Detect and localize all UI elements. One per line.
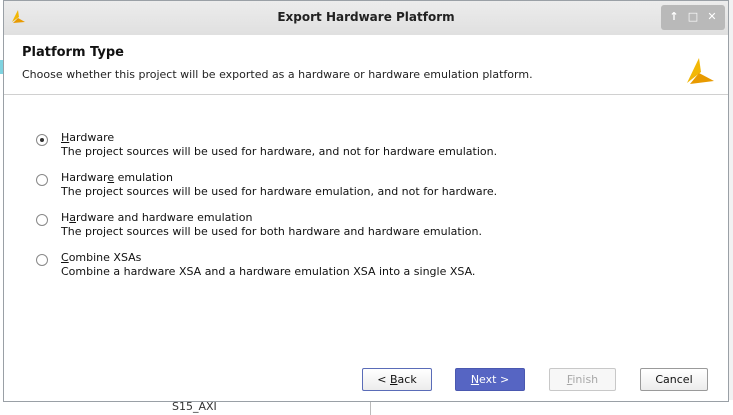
option-label[interactable]: Hardware — [61, 131, 114, 144]
option-description: The project sources will be used for har… — [61, 145, 498, 158]
back-button[interactable]: < Back — [362, 368, 432, 391]
pin-icon[interactable]: ↑ — [667, 10, 681, 24]
background-divider — [370, 402, 371, 415]
background-window-strip: S15_AXI — [0, 400, 733, 415]
export-hardware-platform-dialog: Export Hardware Platform ↑ □ ✕ Platform … — [3, 0, 729, 402]
option-label[interactable]: Combine XSAs — [61, 251, 141, 264]
title-bar[interactable]: Export Hardware Platform ↑ □ ✕ — [4, 1, 728, 36]
next-button[interactable]: Next > — [455, 368, 525, 391]
cancel-button[interactable]: Cancel — [640, 368, 708, 391]
finish-button[interactable]: Finish — [549, 368, 616, 391]
radio-combine-xsas[interactable] — [36, 254, 48, 266]
radio-hardware[interactable] — [36, 134, 48, 146]
window-title: Export Hardware Platform — [277, 10, 455, 24]
page-title: Platform Type — [22, 45, 124, 60]
radio-hardware-emulation[interactable] — [36, 174, 48, 186]
window-controls: ↑ □ ✕ — [661, 5, 725, 30]
option-description: The project sources will be used for har… — [61, 185, 498, 198]
option-label[interactable]: Hardware emulation — [61, 171, 173, 184]
wizard-content: Hardware The project sources will be use… — [4, 95, 728, 355]
vivado-logo-icon — [687, 58, 714, 84]
option-description: Combine a hardware XSA and a hardware em… — [61, 265, 476, 278]
maximize-icon[interactable]: □ — [686, 10, 700, 24]
close-icon[interactable]: ✕ — [705, 10, 719, 24]
option-label[interactable]: Hardware and hardware emulation — [61, 211, 252, 224]
option-description: The project sources will be used for bot… — [61, 225, 482, 238]
radio-hardware-and-emulation[interactable] — [36, 214, 48, 226]
wizard-header: Platform Type Choose whether this projec… — [4, 35, 728, 93]
page-description: Choose whether this project will be expo… — [22, 68, 533, 81]
